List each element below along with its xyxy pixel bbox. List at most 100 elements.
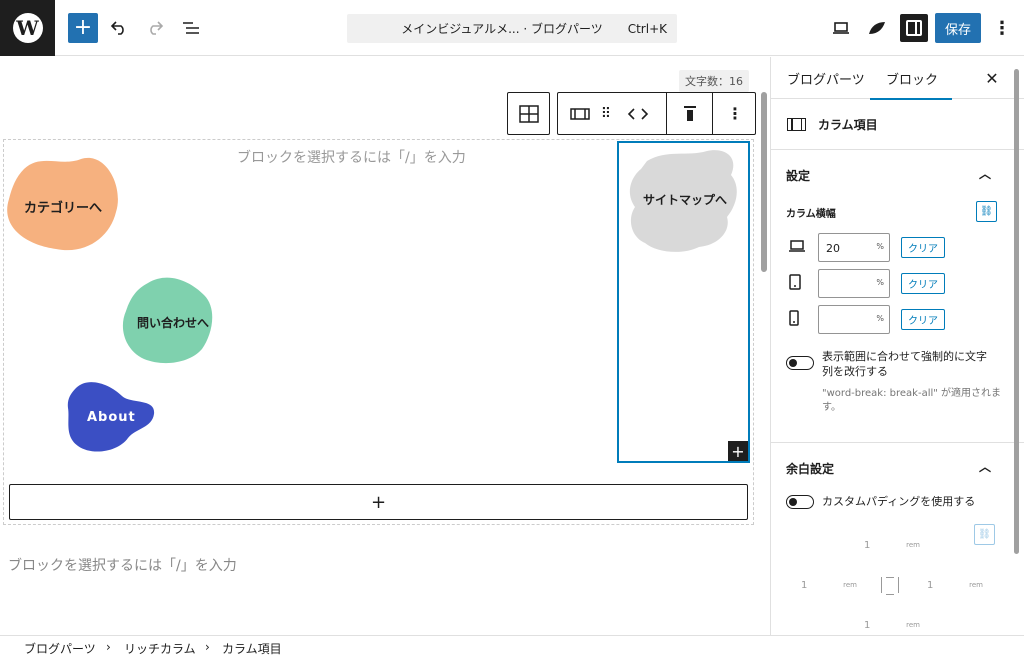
block-card-title: カラム項目: [818, 118, 878, 132]
breadcrumb-item[interactable]: ブログパーツ: [24, 640, 96, 657]
chevron-up-icon[interactable]: ︿: [979, 165, 991, 182]
plus-icon: +: [73, 15, 93, 40]
list-view-icon: [183, 22, 199, 34]
width-tablet-input[interactable]: %: [818, 269, 890, 298]
more-vertical-icon: ⋮: [993, 17, 1011, 39]
chevron-right-icon: ›: [106, 640, 111, 654]
blob-label: 問い合わせへ: [137, 316, 210, 330]
close-sidebar-button[interactable]: ✕: [981, 67, 1003, 89]
clear-mobile-button[interactable]: クリア: [901, 309, 945, 330]
padding-bottom-input[interactable]: 1 rem: [856, 613, 924, 635]
settings-panel-title[interactable]: 設定: [786, 167, 810, 184]
width-mobile-input[interactable]: %: [818, 305, 890, 334]
break-all-help-text: "word-break: break-all" が適用されます。: [822, 388, 1002, 413]
scrollbar-thumb[interactable]: [761, 92, 767, 272]
list-view-button[interactable]: [176, 13, 206, 43]
column-block-appender[interactable]: +: [728, 441, 748, 461]
default-block-appender[interactable]: +: [9, 484, 748, 520]
block-placeholder[interactable]: ブロックを選択するには「/」を入力: [8, 555, 237, 575]
align-top-icon: [684, 105, 696, 121]
break-all-toggle[interactable]: [786, 356, 814, 370]
link-padding-button[interactable]: ⛓: [974, 524, 995, 545]
block-options-button[interactable]: ⋮: [714, 93, 756, 134]
preview-button[interactable]: [826, 13, 856, 43]
padding-left-input[interactable]: 1 rem: [793, 573, 861, 599]
settings-sidebar-toggle[interactable]: [900, 14, 928, 42]
word-count-badge: 文字数：16: [679, 70, 749, 92]
padding-panel-title[interactable]: 余白設定: [786, 460, 834, 477]
breadcrumb-item[interactable]: カラム項目: [222, 640, 282, 657]
padding-top-input[interactable]: 1 rem: [856, 533, 924, 559]
clear-desktop-button[interactable]: クリア: [901, 237, 945, 258]
plugin-button[interactable]: [862, 13, 892, 43]
sidebar-scrollbar[interactable]: [1012, 69, 1020, 635]
laptop-icon: [833, 22, 849, 34]
save-button[interactable]: 保存: [935, 13, 981, 43]
editor-canvas[interactable]: 文字数：16 ⠿ ⋮ ブロックを選択するには「/」を入力 カテゴリーへ 問い合わ…: [0, 57, 770, 635]
document-title-bar[interactable]: メインビジュアルメ... · ブログパーツ Ctrl+K: [347, 14, 677, 43]
device-row-tablet: [788, 274, 802, 294]
sidebar-icon: [906, 20, 922, 36]
about-link-blob[interactable]: About: [66, 380, 156, 458]
input-value: 1: [801, 580, 808, 591]
vertical-align-button[interactable]: [668, 93, 712, 134]
more-vertical-icon: ⋮: [727, 104, 743, 123]
block-toolbar: ⠿ ⋮: [557, 92, 756, 135]
columns-block-icon: [518, 104, 539, 123]
link-values-button[interactable]: ⛓: [976, 201, 997, 222]
redo-icon: [150, 21, 164, 35]
block-editor: W + メインビジュアルメ... · ブログパーツ Ctrl+K 保存 ⋮ 文字…: [0, 0, 1024, 657]
input-unit: rem: [906, 541, 920, 549]
parent-block-selector[interactable]: [507, 92, 550, 135]
options-button[interactable]: ⋮: [993, 14, 1011, 42]
custom-padding-toggle[interactable]: [786, 495, 814, 509]
padding-box-icon: [881, 577, 899, 595]
input-value: 1: [864, 620, 871, 631]
drag-handle[interactable]: ⠿: [596, 93, 616, 134]
category-link-blob[interactable]: カテゴリーへ: [6, 157, 121, 257]
move-left-right-icon: [627, 107, 649, 120]
mobile-icon: [789, 310, 799, 326]
device-row-desktop: [788, 239, 806, 257]
input-unit: rem: [906, 621, 920, 629]
custom-padding-label: カスタムパディングを使用する: [822, 495, 976, 508]
settings-sidebar: ブログパーツ ブロック ✕ カラム項目 設定 ︿ カラム横幅 ⛓ 20 % クリ…: [770, 57, 1024, 635]
canvas-scrollbar[interactable]: [760, 57, 768, 635]
sidebar-tabs: ブログパーツ ブロック ✕: [771, 57, 1024, 100]
tab-block[interactable]: ブロック: [869, 57, 953, 100]
contact-link-blob[interactable]: 問い合わせへ: [120, 277, 216, 369]
undo-button[interactable]: [104, 13, 134, 43]
blob-label: サイトマップへ: [643, 193, 728, 207]
scrollbar-thumb[interactable]: [1014, 69, 1019, 554]
column-width-label: カラム横幅: [786, 209, 836, 220]
selected-column-block[interactable]: サイトマップへ: [617, 141, 750, 463]
input-unit: %: [876, 242, 884, 251]
drag-handle-icon: ⠿: [600, 105, 612, 122]
blob-label: About: [87, 410, 136, 425]
command-shortcut: Ctrl+K: [627, 21, 667, 36]
block-type-button[interactable]: [566, 93, 594, 134]
wordpress-logo-button[interactable]: W: [0, 0, 55, 56]
input-value: 20: [826, 242, 840, 255]
input-value: 1: [864, 540, 871, 551]
input-value: 1: [927, 580, 934, 591]
clear-tablet-button[interactable]: クリア: [901, 273, 945, 294]
block-inserter-button[interactable]: +: [68, 13, 98, 43]
panel-divider: [771, 442, 1024, 443]
wordpress-icon: W: [12, 13, 43, 43]
redo-button[interactable]: [140, 13, 170, 43]
tablet-icon: [789, 274, 801, 290]
breadcrumb-item[interactable]: リッチカラム: [124, 640, 196, 657]
move-buttons[interactable]: [620, 93, 656, 134]
toolbar-divider: [712, 93, 713, 134]
input-unit: rem: [843, 581, 857, 589]
chevron-right-icon: ›: [205, 640, 210, 654]
width-desktop-input[interactable]: 20 %: [818, 233, 890, 262]
block-placeholder[interactable]: ブロックを選択するには「/」を入力: [237, 147, 466, 167]
chevron-up-icon[interactable]: ︿: [979, 458, 991, 475]
tab-document[interactable]: ブログパーツ: [787, 57, 865, 99]
brand-icon: [869, 22, 885, 34]
input-unit: %: [876, 278, 884, 287]
padding-right-input[interactable]: 1 rem: [919, 573, 987, 599]
column-icon: [787, 118, 806, 131]
